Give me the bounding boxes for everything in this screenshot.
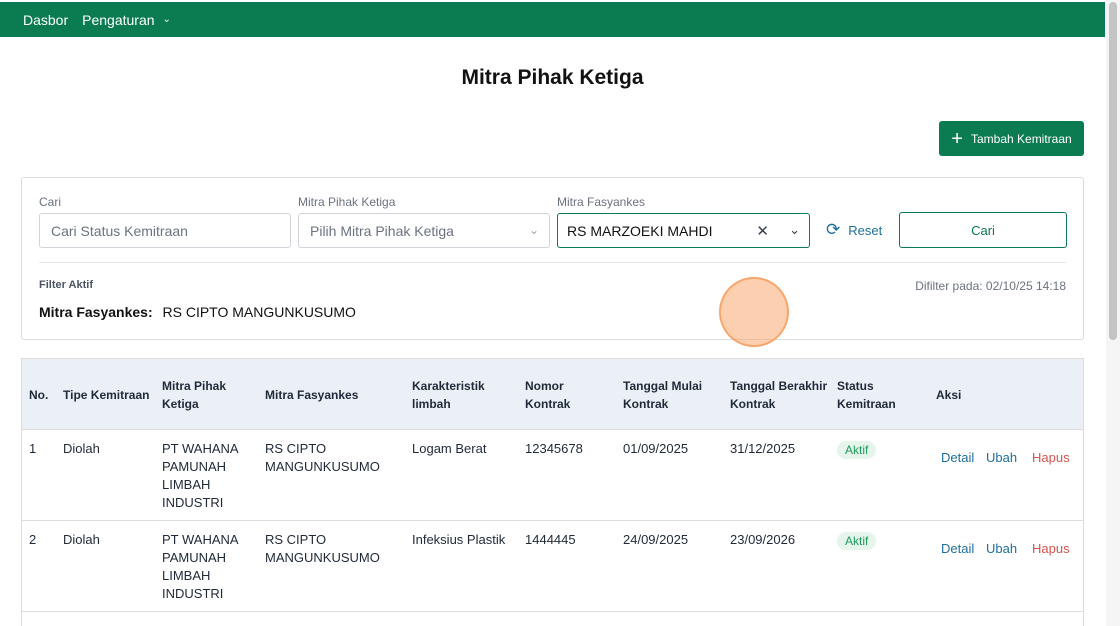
filter-divider bbox=[39, 262, 1066, 263]
partner-label: Mitra Pihak Ketiga bbox=[298, 195, 396, 209]
delete-link[interactable]: Hapus bbox=[1032, 541, 1070, 556]
page-scrollbar[interactable] bbox=[1106, 0, 1120, 626]
partner-select[interactable]: Pilih Mitra Pihak Ketiga ⌄ bbox=[298, 213, 550, 248]
cell-start: 24/09/2025 bbox=[623, 532, 689, 547]
col-status-line2: Kemitraan bbox=[837, 397, 896, 411]
cell-partner: PT WAHANA PAMUNAH LIMBAH INDUSTRI bbox=[162, 440, 239, 512]
active-filter-text: RS CIPTO MANGUNKUSUMO bbox=[162, 304, 356, 320]
cell-facility: RS CIPTO MANGUNKUSUMO bbox=[265, 531, 380, 567]
col-waste: Karakteristik limbah bbox=[412, 377, 485, 413]
col-contract-line2: Kontrak bbox=[525, 397, 571, 411]
chevron-down-icon: ⌄ bbox=[528, 223, 539, 237]
cell-partner-line: INDUSTRI bbox=[162, 586, 224, 601]
col-end-line1: Tanggal Berakhir bbox=[730, 379, 828, 393]
cell-facility-line: MANGUNKUSUMO bbox=[265, 550, 380, 565]
clear-icon[interactable]: ✕ bbox=[756, 222, 769, 240]
cell-partner-line: INDUSTRI bbox=[162, 495, 224, 510]
col-contract-line1: Nomor bbox=[525, 379, 564, 393]
partnership-table: No. Tipe Kemitraan Mitra Pihak Ketiga Mit… bbox=[21, 358, 1084, 626]
scrollbar-thumb[interactable] bbox=[1109, 2, 1117, 340]
col-end: Tanggal Berakhir Kontrak bbox=[730, 377, 827, 413]
search-button[interactable]: Cari bbox=[899, 212, 1067, 248]
detail-link[interactable]: Detail bbox=[941, 541, 974, 556]
cell-facility-line: RS CIPTO bbox=[265, 532, 327, 547]
cell-partner-line: PT WAHANA bbox=[162, 441, 239, 456]
col-waste-line2: limbah bbox=[412, 397, 451, 411]
edit-link[interactable]: Ubah bbox=[986, 450, 1017, 465]
cell-facility-line: MANGUNKUSUMO bbox=[265, 459, 380, 474]
col-partner-line1: Mitra Pihak bbox=[162, 379, 227, 393]
nav-dasbor-label: Dasbor bbox=[23, 11, 69, 28]
col-facility: Mitra Fasyankes bbox=[265, 388, 359, 402]
col-start-line1: Tanggal Mulai bbox=[623, 379, 703, 393]
cell-end: 31/12/2025 bbox=[730, 441, 796, 456]
status-badge: Aktif bbox=[837, 532, 877, 550]
cell-partner: PT WAHANA PAMUNAH LIMBAH INDUSTRI bbox=[162, 531, 239, 603]
table-row: 1 Diolah PT WAHANA PAMUNAH LIMBAH INDUST… bbox=[22, 430, 1083, 521]
cell-facility: RS CIPTO MANGUNKUSUMO bbox=[265, 440, 380, 476]
reset-label: Reset bbox=[848, 222, 883, 238]
col-action: Aksi bbox=[936, 388, 962, 402]
cell-partner-line: PAMUNAH bbox=[162, 459, 227, 474]
filtered-at: Difilter pada: 02/10/25 14:18 bbox=[915, 279, 1066, 293]
col-partner-line2: Ketiga bbox=[162, 397, 199, 411]
detail-link[interactable]: Detail bbox=[941, 450, 974, 465]
page-title: Mitra Pihak Ketiga bbox=[461, 66, 644, 89]
facility-selected-value: RS MARZOEKI MAHDI bbox=[567, 222, 713, 239]
cell-waste: Logam Berat bbox=[412, 441, 487, 456]
nav-pengaturan[interactable]: Pengaturan ⌄ bbox=[82, 12, 171, 28]
search-button-label: Cari bbox=[971, 222, 995, 238]
chevron-down-icon: ⌄ bbox=[162, 14, 171, 25]
col-waste-line1: Karakteristik bbox=[412, 379, 485, 393]
col-status-line1: Status bbox=[837, 379, 874, 393]
add-partnership-label: Tambah Kemitraan bbox=[970, 131, 1072, 146]
col-no: No. bbox=[29, 388, 49, 402]
reset-button[interactable]: ⟳ Reset bbox=[826, 220, 882, 240]
chevron-down-icon[interactable]: ⌄ bbox=[789, 222, 800, 238]
col-status: Status Kemitraan bbox=[837, 377, 896, 413]
partner-placeholder: Pilih Mitra Pihak Ketiga bbox=[310, 222, 454, 239]
click-indicator bbox=[719, 277, 789, 347]
cell-partner-line: LIMBAH bbox=[162, 477, 211, 492]
nav-pengaturan-label: Pengaturan bbox=[82, 11, 155, 28]
search-placeholder: Cari Status Kemitraan bbox=[51, 222, 188, 239]
top-navbar: Dasbor Pengaturan ⌄ bbox=[0, 2, 1105, 37]
table-header: No. Tipe Kemitraan Mitra Pihak Ketiga Mit… bbox=[22, 359, 1083, 430]
cell-waste: Infeksius Plastik bbox=[412, 532, 506, 547]
col-start: Tanggal Mulai Kontrak bbox=[623, 377, 702, 413]
col-start-line2: Kontrak bbox=[623, 397, 669, 411]
refresh-icon: ⟳ bbox=[826, 220, 841, 239]
active-filter-label: Filter Aktif bbox=[39, 279, 93, 291]
col-contract: Nomor Kontrak bbox=[525, 377, 570, 413]
cell-partner-line: PT WAHANA bbox=[162, 532, 239, 547]
cell-contract: 12345678 bbox=[525, 441, 583, 456]
add-partnership-button[interactable]: + Tambah Kemitraan bbox=[939, 121, 1084, 156]
col-partner: Mitra Pihak Ketiga bbox=[162, 377, 226, 413]
cell-no: 1 bbox=[29, 441, 37, 456]
cell-type: Diolah bbox=[63, 441, 100, 456]
col-end-line2: Kontrak bbox=[730, 397, 776, 411]
status-badge: Aktif bbox=[837, 441, 877, 459]
cell-partner-line: PAMUNAH bbox=[162, 550, 227, 565]
delete-link[interactable]: Hapus bbox=[1032, 450, 1070, 465]
search-input[interactable]: Cari Status Kemitraan bbox=[39, 213, 291, 248]
cell-type: Diolah bbox=[63, 532, 100, 547]
cell-facility-line: RS CIPTO bbox=[265, 441, 327, 456]
active-filter-key: Mitra Fasyankes: bbox=[39, 304, 153, 320]
table-row: 2 Diolah PT WAHANA PAMUNAH LIMBAH INDUST… bbox=[22, 521, 1083, 612]
search-label: Cari bbox=[39, 195, 62, 209]
edit-link[interactable]: Ubah bbox=[986, 541, 1017, 556]
nav-dasbor[interactable]: Dasbor bbox=[23, 12, 68, 28]
cell-no: 2 bbox=[29, 532, 37, 547]
cell-contract: 1444445 bbox=[525, 532, 576, 547]
cell-partner-line: LIMBAH bbox=[162, 568, 211, 583]
col-type: Tipe Kemitraan bbox=[63, 388, 150, 402]
cell-end: 23/09/2026 bbox=[730, 532, 796, 547]
facility-label: Mitra Fasyankes bbox=[557, 195, 646, 209]
facility-select[interactable]: RS MARZOEKI MAHDI ✕ ⌄ bbox=[557, 213, 810, 248]
active-filter-value: Mitra Fasyankes: RS CIPTO MANGUNKUSUMO bbox=[39, 304, 356, 320]
plus-icon: + bbox=[951, 127, 963, 150]
cell-start: 01/09/2025 bbox=[623, 441, 689, 456]
